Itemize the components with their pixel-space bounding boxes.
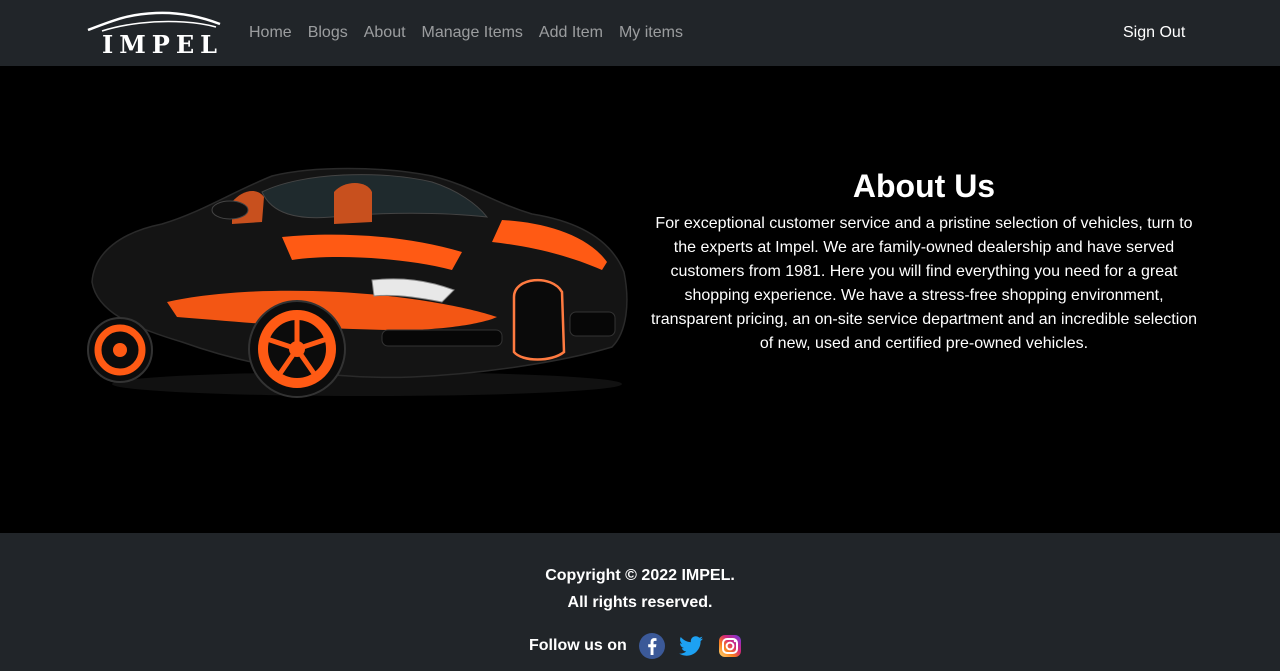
car-image <box>87 167 628 398</box>
about-description: For exceptional customer service and a p… <box>650 215 1198 352</box>
nav-manage-items[interactable]: Manage Items <box>422 22 523 44</box>
brand-name: IMPEL <box>102 30 224 59</box>
instagram-icon[interactable] <box>716 632 744 660</box>
navbar: IMPEL Home Blogs About Manage Items Add … <box>0 0 1280 66</box>
nav-home[interactable]: Home <box>249 22 292 44</box>
nav-blogs[interactable]: Blogs <box>308 22 348 44</box>
about-title: About Us <box>852 168 996 204</box>
nav-add-item[interactable]: Add Item <box>539 22 603 44</box>
twitter-icon[interactable] <box>677 632 705 660</box>
brand-logo[interactable]: IMPEL <box>84 10 224 59</box>
facebook-icon[interactable] <box>638 632 666 660</box>
sign-out-link[interactable]: Sign Out <box>1123 22 1185 44</box>
follow-us-label: Follow us on <box>529 637 627 654</box>
about-section: About Us For exceptional customer servic… <box>0 66 1280 533</box>
footer: Copyright © 2022 IMPEL. All rights reser… <box>0 533 1280 671</box>
copyright-text: Copyright © 2022 IMPEL. <box>545 567 735 584</box>
nav-about[interactable]: About <box>364 22 406 44</box>
nav-my-items[interactable]: My items <box>619 22 683 44</box>
nav-links: Home Blogs About Manage Items Add Item M… <box>249 22 699 44</box>
rights-text: All rights reserved. <box>567 594 713 611</box>
